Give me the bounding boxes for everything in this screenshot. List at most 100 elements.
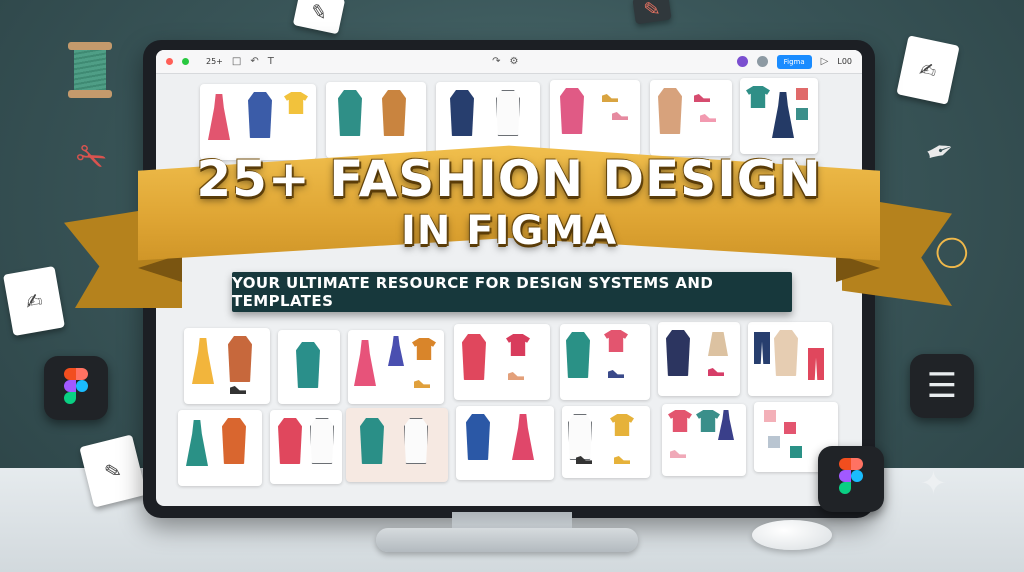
coat-illustration — [566, 332, 590, 378]
template-card[interactable] — [436, 82, 540, 158]
top-illustration — [412, 338, 436, 360]
skirt-illustration — [708, 332, 728, 356]
coat-illustration — [296, 342, 320, 388]
swatch — [784, 422, 796, 434]
vest-illustration — [248, 92, 272, 138]
coat-illustration — [278, 418, 302, 464]
zoom-level-right[interactable]: L00 — [837, 57, 852, 66]
top-illustration — [604, 330, 628, 352]
zoom-label[interactable]: 25+ — [206, 57, 223, 66]
template-card[interactable] — [184, 328, 270, 404]
template-card[interactable] — [662, 404, 746, 476]
shoe-illustration — [602, 94, 618, 102]
shoe-illustration — [608, 370, 624, 378]
template-card[interactable] — [454, 324, 550, 400]
dress-illustration — [388, 336, 404, 366]
shoe-illustration — [612, 112, 628, 120]
trench-coat-outline-illustration — [310, 418, 334, 464]
window-maximize-dot[interactable] — [182, 58, 189, 65]
top-illustration — [746, 86, 770, 108]
swatch — [796, 88, 808, 100]
dress-illustration — [208, 94, 230, 140]
shoe-illustration — [614, 456, 630, 464]
sketchbook-icon: ✍ — [896, 35, 960, 105]
dress-illustration — [192, 338, 214, 384]
coat-illustration — [222, 418, 246, 464]
sparkle-icon: ✦ — [920, 464, 947, 502]
coat-illustration — [360, 418, 384, 464]
swatch — [796, 108, 808, 120]
template-card[interactable] — [346, 408, 448, 482]
template-card[interactable] — [456, 406, 554, 480]
shoe-illustration — [694, 94, 710, 102]
sketchbook-icon: ✍ — [3, 265, 65, 337]
blazer-illustration — [666, 330, 690, 376]
computer-mouse — [752, 520, 832, 550]
template-card[interactable] — [326, 82, 426, 158]
avatar[interactable] — [736, 56, 748, 67]
share-button[interactable]: Figma — [776, 54, 812, 69]
subtitle-banner: YOUR ULTIMATE RESOURCE FOR DESIGN SYSTEM… — [232, 272, 792, 312]
shoe-illustration — [670, 450, 686, 458]
shoe-illustration — [708, 368, 724, 376]
shoe-illustration — [508, 372, 524, 380]
layers-stack-icon: ☰ — [910, 354, 974, 418]
banner-title-line1: 25+ FASHION DESIGN — [196, 150, 822, 208]
template-card[interactable] — [550, 80, 640, 156]
sketchbook-icon: ✎ — [632, 0, 672, 25]
text-tool-icon[interactable]: T — [268, 56, 274, 67]
coat-illustration — [450, 90, 474, 136]
figma-logo-icon — [44, 356, 108, 420]
banner-subtitle: YOUR ULTIMATE RESOURCE FOR DESIGN SYSTEM… — [232, 274, 714, 310]
banner-title-line2: IN FIGMA — [400, 208, 618, 254]
coat-illustration — [466, 414, 490, 460]
blouse-illustration — [496, 90, 520, 136]
thread-spool-icon — [68, 42, 112, 98]
template-card[interactable] — [200, 84, 316, 160]
pants-illustration — [808, 348, 824, 380]
template-card[interactable] — [178, 410, 262, 486]
pen-nib-icon: ✒ — [920, 128, 961, 176]
template-card[interactable] — [348, 330, 444, 404]
avatar[interactable] — [756, 56, 768, 67]
trench-coat-illustration — [658, 88, 682, 134]
template-card[interactable] — [560, 324, 650, 400]
dress-illustration — [186, 420, 208, 466]
window-close-dot[interactable] — [166, 58, 173, 65]
undo-icon[interactable]: ↶ — [250, 56, 258, 67]
template-card[interactable] — [658, 322, 740, 396]
blazer-outline-illustration — [568, 414, 592, 460]
blazer-illustration — [774, 330, 798, 376]
coat-illustration — [228, 336, 252, 382]
dress-illustration — [718, 410, 734, 440]
template-card[interactable] — [740, 78, 818, 154]
dress-illustration — [354, 340, 376, 386]
template-card[interactable] — [562, 406, 650, 478]
top-illustration — [696, 410, 720, 432]
jacket-illustration — [506, 334, 530, 356]
settings-icon[interactable]: ⚙ — [509, 56, 518, 67]
shoe-illustration — [700, 114, 716, 122]
shoe-illustration — [414, 380, 430, 388]
figma-logo-icon — [818, 446, 884, 512]
top-illustration — [284, 92, 308, 114]
jacket-illustration — [610, 414, 634, 436]
template-card[interactable] — [650, 80, 732, 156]
frame-tool-icon[interactable]: □ — [232, 56, 241, 67]
top-illustration — [668, 410, 692, 432]
editor-toolbar: 25+ □ ↶ T ↷ ⚙ Figma ▷ L00 — [156, 50, 862, 74]
coat-illustration — [338, 90, 362, 136]
trench-coat-illustration — [382, 90, 406, 136]
jacket-illustration — [560, 88, 584, 134]
template-card[interactable] — [748, 322, 832, 396]
template-card[interactable] — [270, 410, 342, 484]
template-card[interactable] — [278, 330, 340, 404]
shoe-illustration — [230, 386, 246, 394]
dress-illustration — [512, 414, 534, 460]
sketchbook-icon: ✎ — [292, 0, 346, 35]
swatch — [768, 436, 780, 448]
pants-illustration — [754, 332, 770, 364]
play-icon[interactable]: ▷ — [821, 56, 829, 67]
redo-icon[interactable]: ↷ — [492, 56, 500, 67]
swatch — [790, 446, 802, 458]
